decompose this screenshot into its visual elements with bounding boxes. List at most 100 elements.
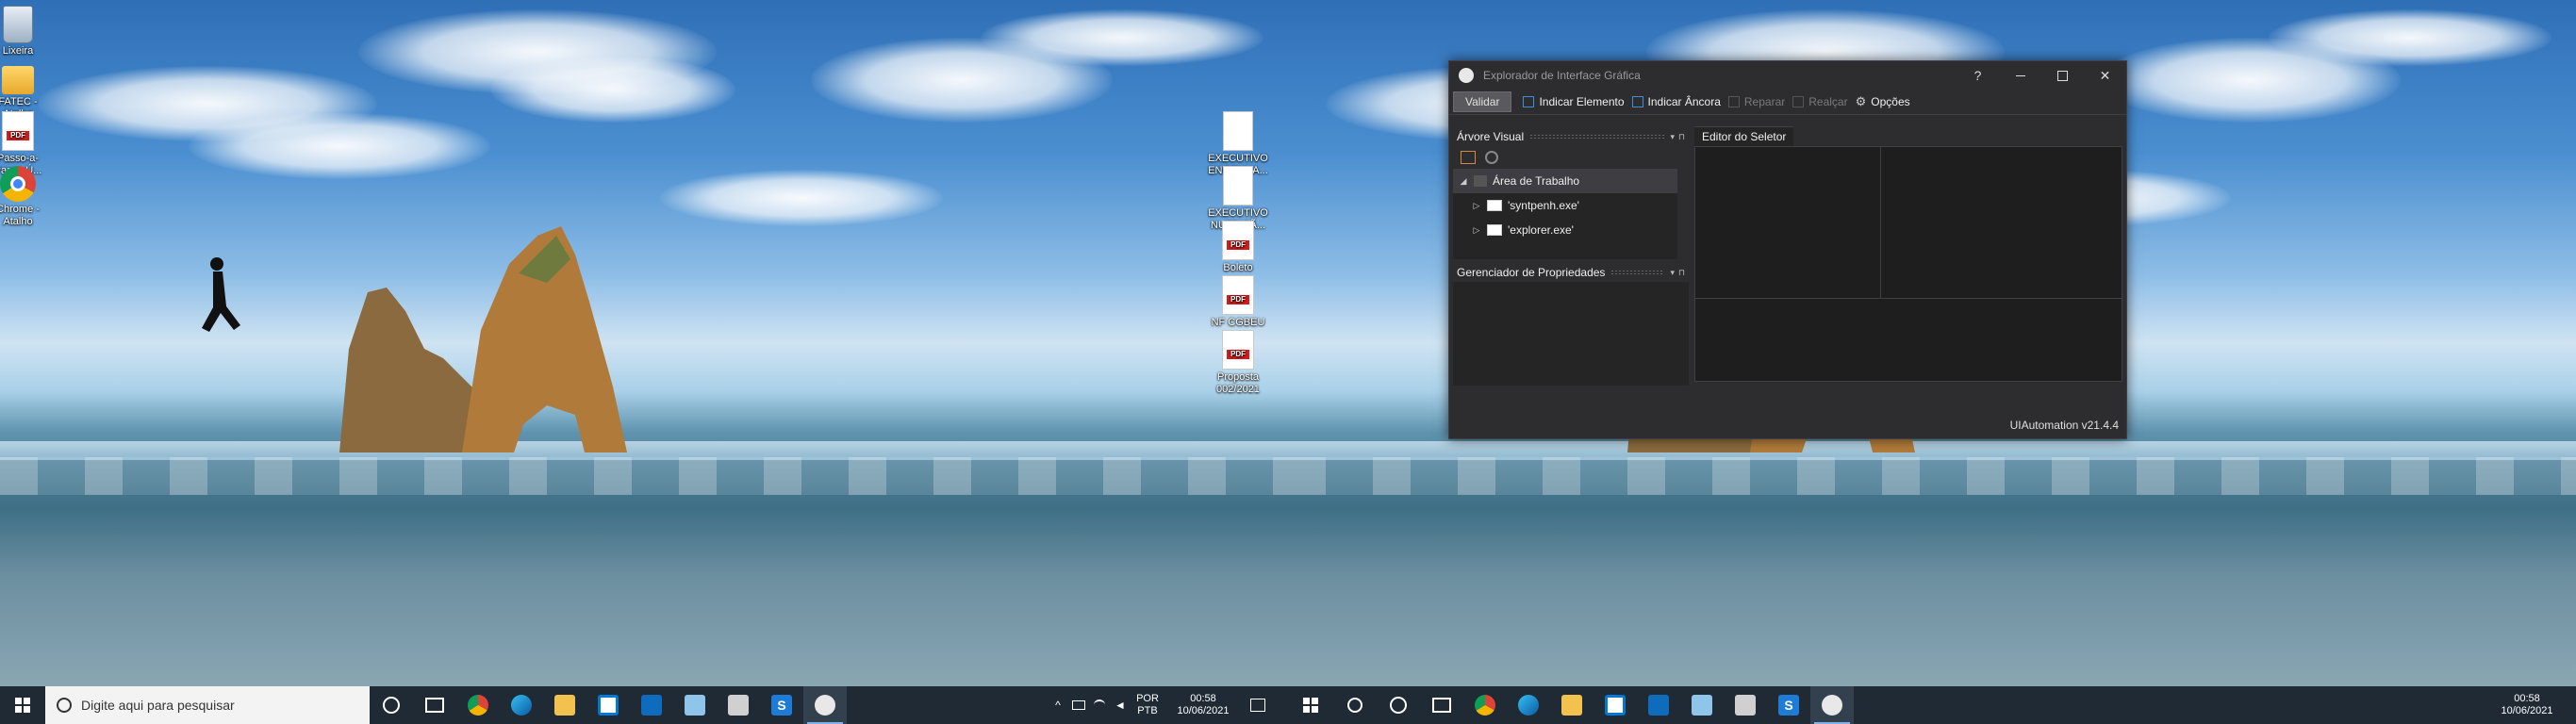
- opcoes-button[interactable]: ⚙ Opções: [1856, 94, 1910, 109]
- dropdown-icon[interactable]: ▾: [1670, 268, 1675, 278]
- speaker-icon: ◄: [1115, 699, 1126, 712]
- taskbar-app-store[interactable]: [1593, 686, 1637, 724]
- taskbar-search-box[interactable]: Digite aqui para pesquisar: [45, 686, 370, 724]
- validar-button[interactable]: Validar: [1453, 91, 1512, 112]
- start-button[interactable]: [1288, 686, 1333, 724]
- maximize-button[interactable]: [2041, 61, 2084, 90]
- task-view-button[interactable]: [413, 686, 456, 724]
- task-view-icon: [425, 698, 444, 713]
- pdf-icon: PDF: [1222, 275, 1254, 315]
- taskbar-app-explorer[interactable]: [543, 686, 586, 724]
- tray-volume[interactable]: ◄: [1111, 686, 1130, 724]
- tray-language[interactable]: POR PTB: [1133, 686, 1162, 724]
- toolbar: Validar Indicar Elemento Indicar Âncora …: [1449, 90, 2126, 114]
- highlight-icon: [1792, 96, 1805, 107]
- expand-arrow-icon[interactable]: ▷: [1470, 225, 1483, 236]
- selector-editor[interactable]: [1694, 146, 2122, 382]
- cortana-button[interactable]: [370, 686, 413, 724]
- clock-date: 10/06/2021: [1177, 705, 1230, 716]
- close-button[interactable]: ✕: [2084, 61, 2126, 90]
- desktop-icon-nf-cgbeu[interactable]: PDF NF CGBEU: [1203, 275, 1273, 329]
- gerenciador-title: Gerenciador de Propriedades: [1457, 266, 1606, 279]
- taskbar-app-explorer[interactable]: [1550, 686, 1593, 724]
- wifi-icon: [1094, 699, 1105, 711]
- pin-icon[interactable]: ⊓: [1678, 132, 1685, 142]
- start-button[interactable]: [0, 686, 45, 724]
- taskbar-app-studio[interactable]: S: [1767, 686, 1810, 724]
- indicar-elemento-label: Indicar Elemento: [1539, 95, 1625, 108]
- language-code: POR: [1136, 693, 1159, 704]
- close-icon: ✕: [2099, 67, 2111, 83]
- desktop-icon-boleto[interactable]: PDF Boleto: [1203, 221, 1273, 274]
- expand-collapse-icon[interactable]: [1461, 151, 1476, 164]
- search-button[interactable]: [1333, 686, 1377, 724]
- status-bar: UIAutomation v21.4.4: [1449, 412, 2126, 438]
- taskbar-app-mail[interactable]: [630, 686, 673, 724]
- pdf-badge: PDF: [1227, 350, 1249, 359]
- folder-icon: [2, 66, 34, 94]
- desktop-icon-label: Lixeira: [2, 45, 34, 57]
- repair-icon: [1727, 96, 1740, 107]
- desktop-icon-label: Proposta 002/2021: [1216, 371, 1260, 395]
- attribute-list[interactable]: [1880, 147, 2122, 299]
- search-icon[interactable]: [1485, 151, 1498, 164]
- taskbar-app-studio[interactable]: S: [760, 686, 803, 724]
- taskbar-app-printer[interactable]: [1724, 686, 1767, 724]
- gerenciador-header[interactable]: Gerenciador de Propriedades ▾ ⊓: [1453, 263, 1689, 282]
- pdf-icon: PDF: [1222, 221, 1254, 260]
- indicar-elemento-button[interactable]: Indicar Elemento: [1523, 95, 1625, 108]
- taskbar-app-ui-explorer[interactable]: [1810, 686, 1854, 724]
- indicar-ancora-button[interactable]: Indicar Âncora: [1631, 95, 1721, 108]
- desktop-icon-lixeira[interactable]: Lixeira: [0, 6, 53, 58]
- arvore-visual-title: Árvore Visual: [1457, 130, 1525, 143]
- help-button[interactable]: ?: [1957, 61, 1999, 90]
- tray-network[interactable]: [1090, 686, 1109, 724]
- opcoes-label: Opções: [1871, 95, 1910, 108]
- maximize-icon: [2057, 70, 2068, 81]
- taskbar-app-chrome[interactable]: [1463, 686, 1507, 724]
- selector-list[interactable]: [1695, 147, 1881, 299]
- recycle-bin-icon: [3, 6, 33, 43]
- tray-battery[interactable]: [1069, 686, 1088, 724]
- window-icon: [1487, 200, 1502, 211]
- pin-icon[interactable]: ⊓: [1678, 268, 1685, 278]
- taskbar-app-printer[interactable]: [717, 686, 760, 724]
- dropdown-icon[interactable]: ▾: [1670, 132, 1675, 142]
- taskbar-app-ui-explorer[interactable]: [803, 686, 847, 724]
- arvore-visual-header[interactable]: Árvore Visual ▾ ⊓: [1453, 127, 1689, 146]
- realcar-button[interactable]: Realçar: [1792, 95, 1848, 108]
- clock-time: 00:58: [1190, 693, 1216, 704]
- edge-icon: [1518, 695, 1539, 716]
- taskbar-app-edge[interactable]: [1507, 686, 1550, 724]
- tree-item-explorer[interactable]: ▷ 'explorer.exe': [1453, 218, 1689, 242]
- expand-arrow-icon[interactable]: ▷: [1470, 201, 1483, 211]
- action-center-button[interactable]: [1243, 686, 1273, 724]
- desktop-icon-proposta[interactable]: PDF Proposta 002/2021: [1203, 330, 1273, 396]
- tab-editor-do-seletor[interactable]: Editor do Seletor: [1694, 126, 1794, 146]
- taskbar-app-chrome[interactable]: [456, 686, 500, 724]
- taskbar-app-store[interactable]: [586, 686, 630, 724]
- windows-icon: [15, 698, 30, 713]
- reparar-button[interactable]: Reparar: [1727, 95, 1785, 108]
- minimize-button[interactable]: [1999, 61, 2041, 90]
- taskbar-app-notes[interactable]: [673, 686, 717, 724]
- tree-item-label: 'explorer.exe': [1508, 223, 1574, 237]
- tree-scrollbar[interactable]: [1677, 169, 1689, 259]
- taskbar-left: Digite aqui para pesquisar S ^ ◄ POR PTB …: [0, 686, 1288, 724]
- collapse-arrow-icon[interactable]: ◢: [1457, 176, 1470, 187]
- taskbar-app-mail[interactable]: [1637, 686, 1680, 724]
- task-view-button[interactable]: [1420, 686, 1463, 724]
- target-element-icon: [1523, 96, 1535, 107]
- tree-item-label: 'syntpenh.exe': [1508, 199, 1579, 212]
- desktop-icon-chrome[interactable]: Chrome - Atalho: [0, 166, 53, 228]
- tree-item-syntpenh[interactable]: ▷ 'syntpenh.exe': [1453, 193, 1689, 218]
- chrome-icon: [468, 695, 488, 716]
- tray-clock[interactable]: 00:58 10/06/2021: [1169, 686, 1237, 724]
- tray-clock[interactable]: 00:58 10/06/2021: [2493, 686, 2561, 724]
- tray-chevron-up-icon[interactable]: ^: [1049, 686, 1067, 724]
- taskbar-app-notes[interactable]: [1680, 686, 1724, 724]
- cortana-button[interactable]: [1377, 686, 1420, 724]
- taskbar-app-edge[interactable]: [500, 686, 543, 724]
- tree-item-area-de-trabalho[interactable]: ◢ Área de Trabalho: [1453, 169, 1689, 193]
- title-bar[interactable]: Explorador de Interface Gráfica ? ✕: [1449, 61, 2126, 90]
